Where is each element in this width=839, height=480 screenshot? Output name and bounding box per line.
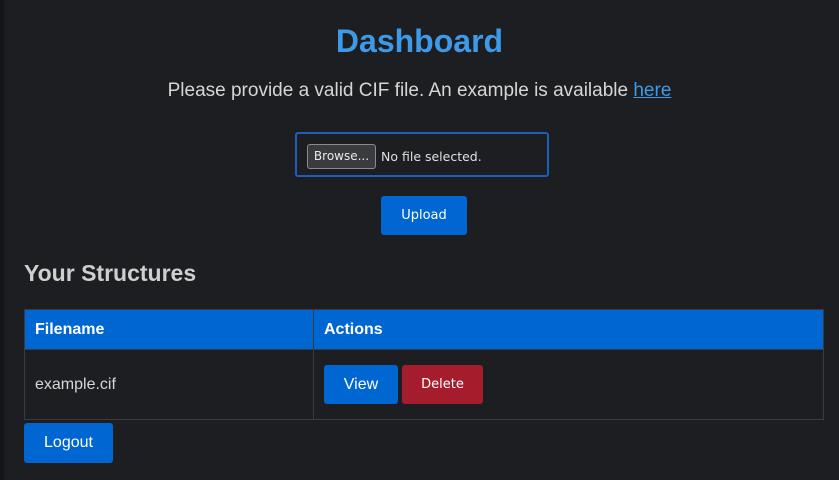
page-title: Dashboard [335, 23, 504, 59]
upload-button[interactable]: Upload [381, 196, 467, 235]
browse-button[interactable]: Browse... [307, 144, 376, 169]
logout-button[interactable]: Logout [24, 423, 113, 463]
delete-button[interactable]: Delete [402, 365, 483, 404]
instructions-text: Please provide a valid CIF file. An exam… [0, 79, 839, 103]
left-edge-border [0, 0, 4, 480]
structures-table: Filename Actions example.cif View Delete [24, 309, 824, 420]
column-header-actions: Actions [313, 309, 824, 350]
structures-heading: Your Structures [24, 260, 197, 286]
table-row: example.cif View Delete [24, 349, 824, 420]
file-status-text: No file selected. [381, 149, 482, 164]
table-header-row: Filename Actions [24, 309, 824, 350]
actions-cell: View Delete [313, 349, 824, 420]
example-link[interactable]: here [633, 80, 671, 101]
column-header-filename: Filename [24, 309, 314, 350]
filename-cell: example.cif [24, 349, 314, 420]
file-input[interactable]: Browse... No file selected. [295, 132, 549, 177]
instructions-label: Please provide a valid CIF file. An exam… [167, 80, 634, 101]
view-button[interactable]: View [324, 365, 398, 404]
